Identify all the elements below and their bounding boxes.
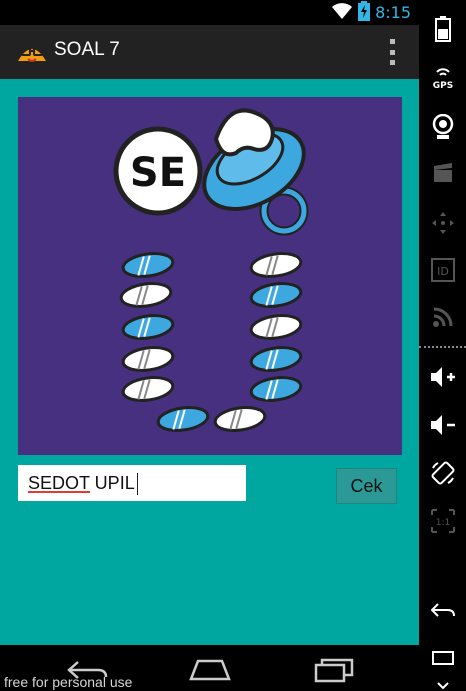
text-cursor (137, 473, 138, 495)
network-icon[interactable] (419, 306, 466, 328)
spellcheck-underline (28, 491, 90, 493)
overflow-menu-icon[interactable] (387, 39, 397, 65)
recent-apps-icon[interactable] (314, 657, 354, 687)
volume-up-icon[interactable] (419, 365, 466, 389)
volume-down-icon[interactable] (419, 413, 466, 437)
mascot-icon[interactable] (16, 39, 48, 69)
se-badge-text: SE (130, 150, 186, 196)
puzzle-image: SE (18, 97, 402, 455)
gps-label: GPS (432, 81, 452, 90)
se-badge: SE (113, 126, 203, 216)
battery-control-icon[interactable] (419, 16, 466, 42)
panel-back-icon[interactable] (419, 602, 466, 620)
content-area: SE SEDOT UPIL Cek (0, 79, 419, 645)
rotate-icon[interactable] (419, 460, 466, 486)
clock: 8:15 (375, 3, 411, 22)
scale-label: 1:1 (435, 518, 449, 528)
answer-input[interactable] (18, 465, 246, 501)
emulator-side-panel: GPS ID 1:1 (419, 0, 466, 691)
wifi-icon (331, 2, 353, 24)
screencast-icon[interactable] (419, 162, 466, 184)
pills-icon (119, 252, 303, 432)
panel-expand-icon[interactable] (419, 682, 466, 690)
pacifier-icon (202, 108, 309, 236)
status-icons: 8:15 (331, 0, 411, 25)
home-icon[interactable] (188, 657, 232, 685)
id-label: ID (437, 265, 449, 278)
device-id-icon[interactable]: ID (419, 258, 466, 282)
action-bar: SOAL 7 (0, 25, 419, 79)
status-bar: 8:15 (0, 0, 419, 25)
scale-icon[interactable]: 1:1 (419, 508, 466, 534)
webcam-icon[interactable] (419, 114, 466, 140)
panel-menu-icon[interactable] (419, 650, 466, 666)
screen-title: SOAL 7 (54, 39, 120, 60)
panel-divider (419, 346, 466, 348)
battery-icon (358, 0, 371, 25)
watermark-text: free for personal use (4, 674, 133, 690)
check-button[interactable]: Cek (336, 468, 397, 504)
dpad-icon[interactable] (419, 210, 466, 236)
gps-icon[interactable]: GPS (419, 64, 466, 90)
